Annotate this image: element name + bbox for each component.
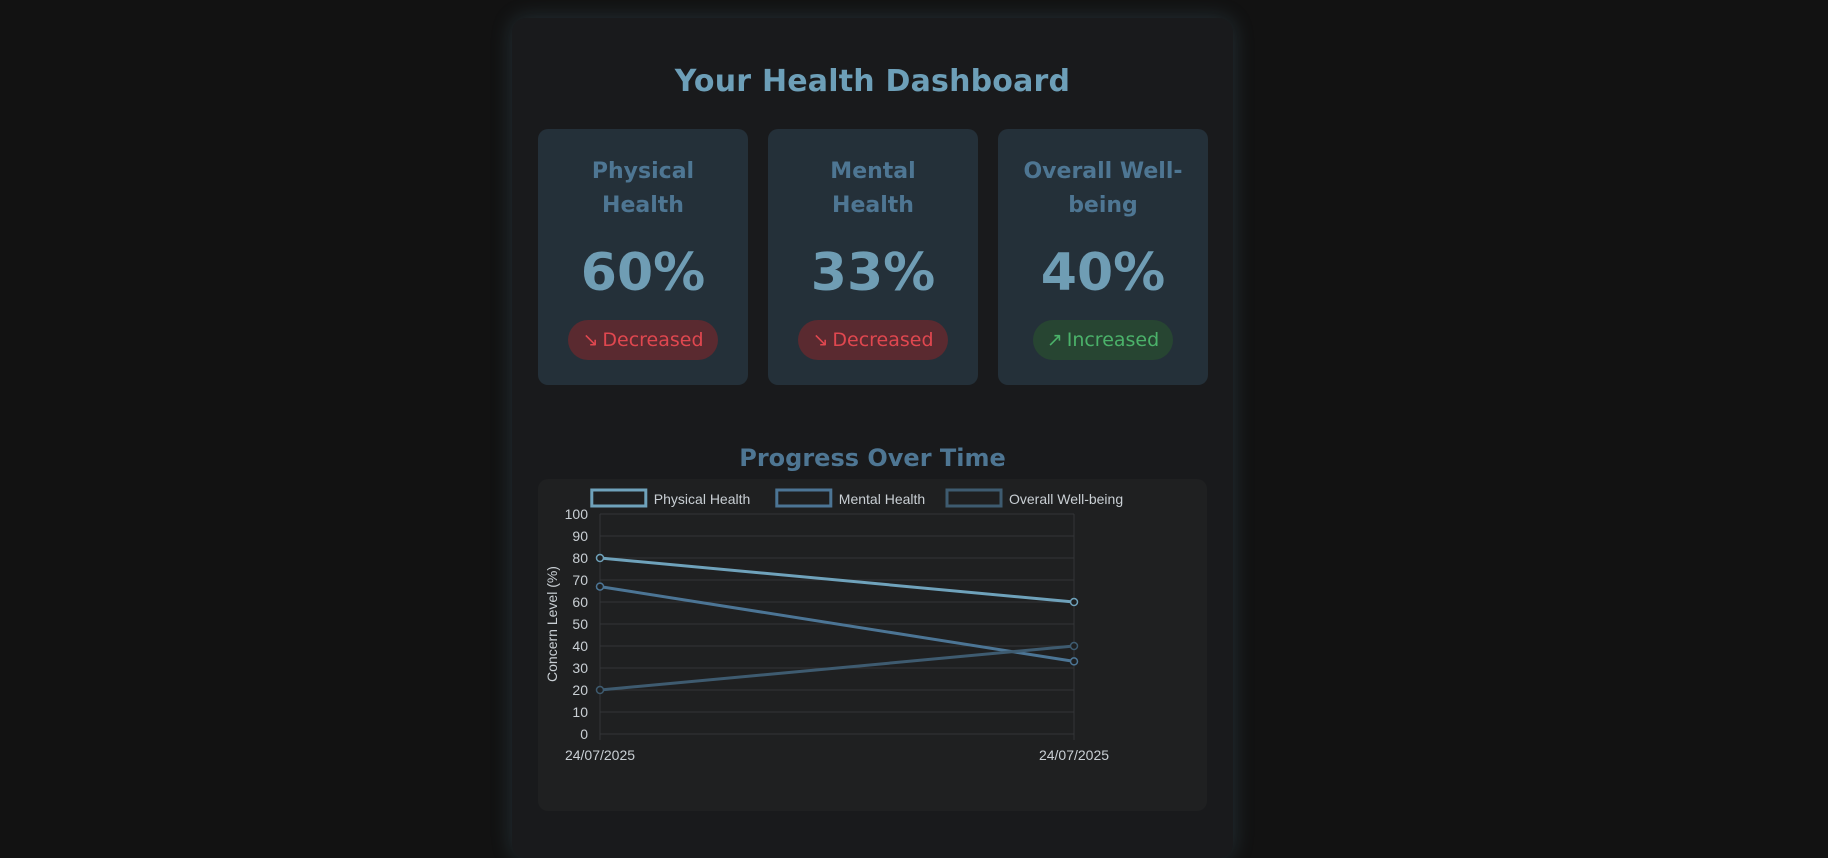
x-tick-label: 24/07/2025 bbox=[565, 747, 635, 763]
y-tick-label: 10 bbox=[572, 704, 588, 720]
legend-label: Mental Health bbox=[839, 491, 925, 507]
trend-up-icon: ↗ bbox=[1046, 329, 1063, 351]
card-value: 33% bbox=[810, 243, 936, 303]
data-point bbox=[595, 553, 605, 563]
y-tick-label: 70 bbox=[572, 572, 588, 588]
legend-swatch bbox=[945, 488, 1003, 508]
legend-swatch bbox=[590, 488, 648, 508]
status-badge: ↘ Decreased bbox=[568, 320, 718, 360]
status-label: Decreased bbox=[832, 329, 934, 351]
status-label: Increased bbox=[1066, 329, 1160, 351]
trend-down-icon: ↘ bbox=[582, 329, 599, 351]
card-value: 60% bbox=[580, 243, 706, 303]
page-title: Your Health Dashboard bbox=[674, 64, 1071, 99]
chart-section-title: Progress Over Time bbox=[739, 444, 1006, 472]
status-badge: ↘ Decreased bbox=[798, 320, 948, 360]
y-tick-label: 50 bbox=[572, 616, 588, 632]
x-tick-label: 24/07/2025 bbox=[1039, 747, 1109, 763]
physical-health-card: Physical Health 60% ↘ Decreased bbox=[538, 129, 748, 385]
y-tick-label: 90 bbox=[572, 528, 588, 544]
y-tick-label: 80 bbox=[572, 550, 588, 566]
card-value: 40% bbox=[1040, 243, 1166, 303]
y-axis-label: Concern Level (%) bbox=[544, 566, 560, 682]
trend-down-icon: ↘ bbox=[812, 329, 829, 351]
card-title: Mental Health bbox=[830, 159, 916, 218]
data-point bbox=[1069, 597, 1079, 607]
legend-label: Physical Health bbox=[654, 491, 751, 507]
y-tick-label: 30 bbox=[572, 660, 588, 676]
y-tick-label: 100 bbox=[565, 506, 589, 522]
legend-label: Overall Well-being bbox=[1009, 491, 1123, 507]
card-title: Physical Health bbox=[591, 159, 695, 218]
dashboard-panel: Your Health Dashboard Physical Health 60… bbox=[512, 18, 1233, 858]
card-title: Overall Well-being bbox=[1023, 159, 1183, 218]
status-label: Decreased bbox=[602, 329, 704, 351]
status-badge: ↗ Increased bbox=[1033, 320, 1173, 360]
y-tick-label: 40 bbox=[572, 638, 588, 654]
data-point bbox=[1069, 641, 1079, 651]
progress-chart: 0 10 20 30 40 50 60 70 80 90 100 24/07/2025 24/07/20… bbox=[538, 479, 1207, 811]
data-point bbox=[1069, 657, 1079, 666]
mental-health-card: Mental Health 33% ↘ Decreased bbox=[768, 129, 978, 385]
y-tick-label: 60 bbox=[572, 594, 588, 610]
data-point bbox=[595, 582, 605, 591]
overall-wellbeing-card: Overall Well-being 40% ↗ Increased bbox=[998, 129, 1208, 385]
line-chart: 0 10 20 30 40 50 60 70 80 90 100 24/07/2025 24/07/20… bbox=[544, 488, 1123, 763]
data-point bbox=[595, 685, 605, 695]
y-tick-label: 20 bbox=[572, 682, 588, 698]
y-tick-label: 0 bbox=[580, 726, 588, 742]
legend-swatch bbox=[775, 488, 833, 508]
